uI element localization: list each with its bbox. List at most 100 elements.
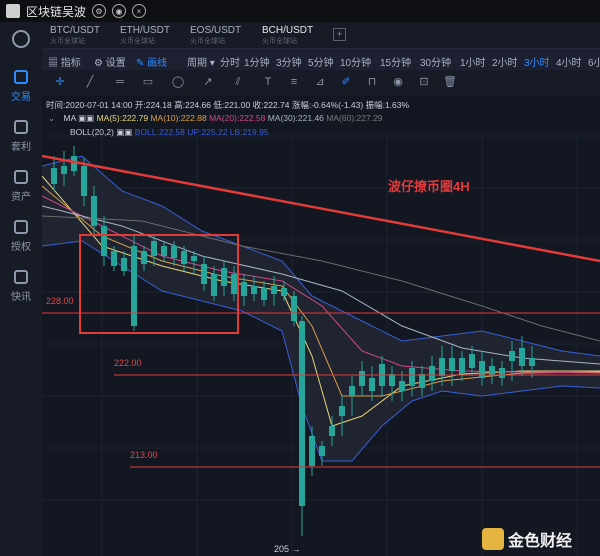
period-10[interactable]: 4小时 <box>556 54 582 69</box>
user-icon[interactable]: ◉ <box>112 4 127 18</box>
add-tab-button[interactable]: + <box>333 28 346 41</box>
candle-body <box>241 282 247 296</box>
indicator-label: 指标 <box>60 58 81 69</box>
time-value: 时间:2020-07-01 14:00 <box>46 100 133 110</box>
settings-button[interactable]: ⚙ 设置 <box>94 54 126 69</box>
low-value: 低:221.00 <box>213 100 251 110</box>
candle-body <box>339 406 345 416</box>
text-tool-icon[interactable]: T <box>260 75 276 89</box>
ellipse-icon[interactable]: ◯ <box>170 75 186 89</box>
candle-body <box>281 288 287 296</box>
candle-body <box>359 371 365 386</box>
sidebar-item-arbitrage[interactable]: 套利 <box>0 120 42 153</box>
period-2[interactable]: 3分钟 <box>276 54 302 69</box>
candle-body <box>499 368 505 378</box>
tab-exchange: 火币全球站 <box>120 38 155 45</box>
sidebar-item-label: 授权 <box>11 242 31 253</box>
close-value: 收:222.74 <box>252 100 290 110</box>
candle-body <box>439 358 445 376</box>
period-8[interactable]: 2小时 <box>492 54 518 69</box>
period-6[interactable]: 30分钟 <box>420 54 451 69</box>
period-label: 周期 <box>187 58 207 69</box>
tab-pair: BTC/USDT <box>50 25 100 36</box>
tab-eth-usdt[interactable]: ETH/USDT 火币全球站 <box>120 25 170 46</box>
sidebar-item-authorize[interactable]: 授权 <box>0 220 42 253</box>
ruler-icon[interactable]: ⊿ <box>312 75 328 89</box>
ma-controls-icon[interactable]: ▣▣ <box>78 113 94 123</box>
sidebar-item-label: 资产 <box>11 192 31 203</box>
magnet-icon[interactable]: ⊓ <box>364 75 380 89</box>
draw-button[interactable]: ✎ 画线 <box>136 54 167 69</box>
ma10-value: MA(10):222.88 <box>150 113 207 123</box>
fib-icon[interactable]: ≡ <box>286 75 302 89</box>
boll-up-value: UP:225.22 <box>187 127 228 137</box>
trendline-icon[interactable]: ╱ <box>82 75 98 89</box>
arbitrage-icon <box>14 120 28 134</box>
ma30-value: MA(30):221.46 <box>267 113 324 123</box>
candle-body <box>329 426 335 436</box>
rectangle-icon[interactable]: ▭ <box>140 75 156 89</box>
ma5-value: MA(5):222.79 <box>96 113 149 123</box>
sidebar-item-assets[interactable]: 资产 <box>0 170 42 203</box>
candle-body <box>61 166 67 174</box>
boll-readout: BOLL(20,2) ▣▣ BOLL:222.58 UP:225.22 LB:2… <box>70 127 269 138</box>
annotation-title: 波仔撩币圈4H <box>388 179 470 194</box>
period-4[interactable]: 10分钟 <box>340 54 371 69</box>
period-9[interactable]: 3小时 <box>524 54 550 69</box>
boll-label: BOLL(20,2) <box>70 127 114 137</box>
candle-body <box>161 246 167 256</box>
lock-icon[interactable]: ⊡ <box>416 75 432 89</box>
candle-body <box>111 251 117 266</box>
sidebar-item-news[interactable]: 快讯 <box>0 270 42 303</box>
authorize-icon <box>14 220 28 234</box>
news-icon <box>14 270 28 284</box>
settings-label: 设置 <box>105 58 126 69</box>
candle-body <box>141 251 147 264</box>
ohlc-readout: 时间:2020-07-01 14:00 开:224.18 高:224.66 低:… <box>46 99 409 111</box>
sidebar-item-label: 快讯 <box>11 292 31 303</box>
candle-body <box>271 286 277 294</box>
indicator-button[interactable]: ▦ 指标 <box>48 54 81 69</box>
candle-body <box>291 296 297 321</box>
pair-tabs: BTC/USDT 火币全球站 ETH/USDT 火币全球站 EOS/USDT 火币全球… <box>42 22 600 50</box>
ma-readout: ⌄ MA ▣▣ MA(5):222.79 MA(10):222.88 MA(20… <box>48 113 383 123</box>
candle-body <box>201 264 207 284</box>
period-3[interactable]: 5分钟 <box>308 54 334 69</box>
candle-body <box>399 381 405 391</box>
period-0[interactable]: 分时 <box>220 54 240 69</box>
period-7[interactable]: 1小时 <box>460 54 486 69</box>
tab-eos-usdt[interactable]: EOS/USDT 火币全球站 <box>190 25 241 46</box>
period-5[interactable]: 15分钟 <box>380 54 411 69</box>
arrow-icon[interactable]: ↗ <box>200 75 216 89</box>
parallel-icon[interactable]: ⫽ <box>230 75 246 89</box>
settings-icon[interactable]: ⚙ <box>92 4 107 18</box>
ma60-value: MA(60):227.29 <box>326 113 383 123</box>
horizontal-line-icon[interactable]: ═ <box>112 75 128 89</box>
level-228-label: 228.00 <box>46 296 74 306</box>
watermark: 金色财经 <box>482 527 572 551</box>
period-1[interactable]: 1分钟 <box>244 54 270 69</box>
candle-body <box>449 358 455 371</box>
pencil-icon[interactable]: ✐ <box>338 75 354 89</box>
sidebar-item-trade[interactable]: 交易 <box>0 70 42 103</box>
candle-body <box>349 386 355 396</box>
tab-bch-usdt[interactable]: BCH/USDT 火币全球站 <box>262 25 314 50</box>
candle-body <box>429 366 435 381</box>
candle-body <box>409 368 415 386</box>
jinse-logo-icon <box>482 528 504 550</box>
candle-body <box>51 168 57 184</box>
avatar[interactable] <box>6 4 20 18</box>
candle-body <box>211 274 217 296</box>
crosshair-icon[interactable]: ✛ <box>52 75 68 89</box>
eye-icon[interactable]: ◉ <box>390 75 406 89</box>
boll-controls-icon[interactable]: ▣▣ <box>116 127 132 137</box>
tab-btc-usdt[interactable]: BTC/USDT 火币全球站 <box>50 25 100 46</box>
period-11[interactable]: 6小时 <box>588 54 600 69</box>
amplitude-value: 振幅:1.63% <box>365 100 410 110</box>
period-dropdown[interactable]: 周期 ▾ <box>187 54 215 69</box>
ma-label: MA <box>63 113 76 123</box>
candlestick-chart[interactable]: 时间:2020-07-01 14:00 开:224.18 高:224.66 低:… <box>42 96 600 556</box>
close-icon[interactable]: × <box>132 4 147 18</box>
tab-exchange: 火币全球站 <box>50 38 85 45</box>
trash-icon[interactable]: 🗑 <box>442 75 458 89</box>
